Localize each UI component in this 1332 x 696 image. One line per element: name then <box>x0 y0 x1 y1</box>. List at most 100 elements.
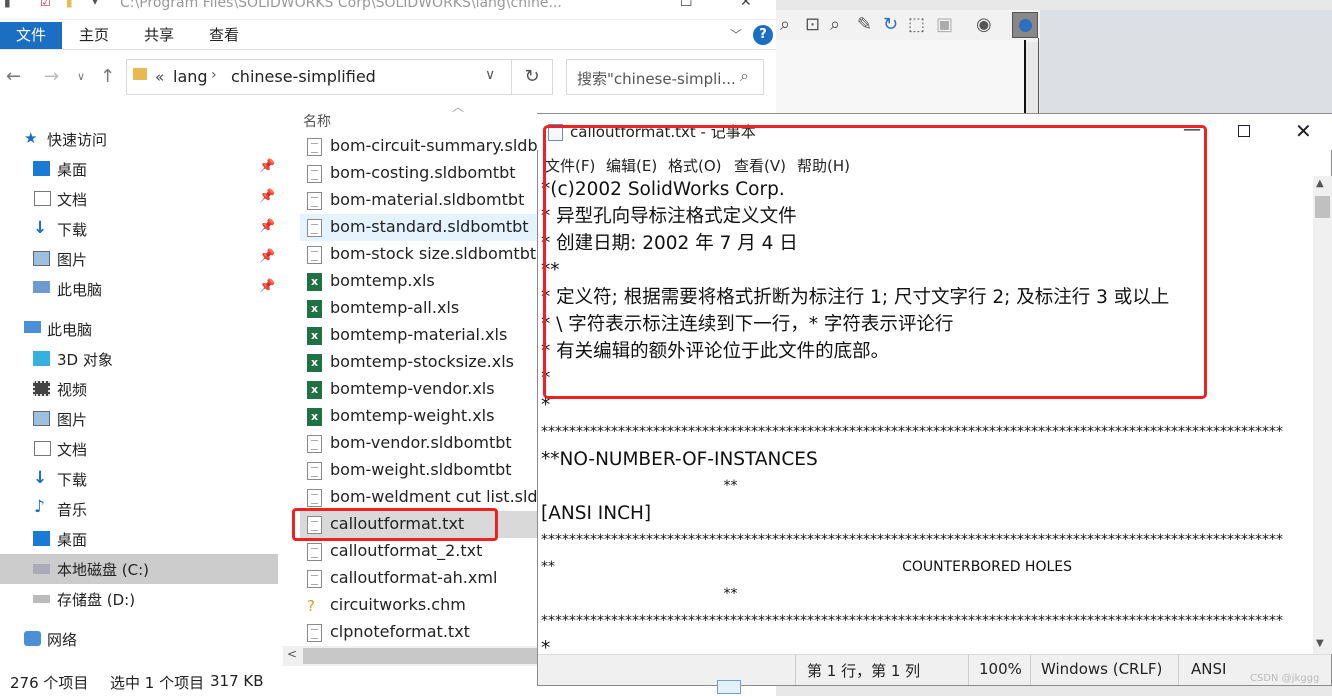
sidebar-item-desktop-pc[interactable]: 桌面 <box>0 524 278 554</box>
sidebar-item-this-pc-pinned[interactable]: 此电脑 📌 <box>0 274 278 304</box>
pin-icon: 📌 <box>259 159 276 174</box>
file-row[interactable]: bom-weight.sldbomtbt <box>300 457 540 484</box>
scrollbar-thumb[interactable] <box>1315 196 1330 218</box>
file-row[interactable]: bom-costing.sldbomtbt <box>300 160 540 187</box>
sidebar-item-videos[interactable]: 视频 <box>0 374 278 404</box>
details-view-icon[interactable] <box>717 680 741 694</box>
sidebar-item-label: 下载 <box>57 221 88 239</box>
file-row[interactable]: x bomtemp-vendor.xls <box>300 376 540 403</box>
rotate-view-icon[interactable]: ↻ <box>883 14 898 35</box>
maximize-icon[interactable] <box>1238 125 1250 137</box>
up-arrow-icon[interactable]: ↑ <box>100 66 115 87</box>
breadcrumb-overflow[interactable]: « <box>155 68 164 86</box>
sidebar-item-downloads-pc[interactable]: ↓ 下载 <box>0 464 278 494</box>
file-name: bom-vendor.sldbomtbt <box>330 433 512 452</box>
file-row[interactable]: x bomtemp-material.xls <box>300 322 540 349</box>
tab-view[interactable]: 查看 <box>209 22 239 49</box>
recent-locations-chevron-icon[interactable]: ∨ <box>77 70 85 83</box>
breadcrumb-chevron-icon[interactable]: › <box>211 67 217 83</box>
sidebar-item-3d-objects[interactable]: 3D 对象 <box>0 344 278 374</box>
close-icon[interactable]: ✕ <box>1295 119 1312 143</box>
text-file-icon <box>307 543 322 561</box>
breadcrumb-lang[interactable]: lang <box>173 67 208 86</box>
sidebar-item-label: 下载 <box>57 471 88 489</box>
file-row[interactable]: clpnoteformat.txt <box>300 619 540 646</box>
appearance-icon[interactable] <box>1012 12 1038 38</box>
file-row[interactable]: bom-material.sldbomtbt <box>300 187 540 214</box>
previous-view-icon[interactable]: ✎ <box>857 14 872 35</box>
section-view-icon[interactable]: ⬚ <box>908 14 925 35</box>
breadcrumb-chinese-simplified[interactable]: chinese-simplified <box>231 67 376 86</box>
file-row[interactable]: calloutformat-ah.xml <box>300 565 540 592</box>
search-icon[interactable]: ⌕ <box>740 66 749 86</box>
sidebar-item-network[interactable]: 网络 <box>0 624 278 654</box>
tab-file[interactable]: 文件 <box>0 22 62 49</box>
ribbon <box>0 20 776 50</box>
help-icon[interactable]: ? <box>753 25 773 45</box>
sidebar-item-this-pc[interactable]: 此电脑 <box>0 314 278 344</box>
file-row[interactable]: x bomtemp.xls <box>300 268 540 295</box>
file-icon <box>307 435 322 453</box>
sidebar-item-storage-d[interactable]: 存储盘 (D:) <box>0 584 278 614</box>
file-row[interactable]: x bomtemp-weight.xls <box>300 403 540 430</box>
this-pc-icon <box>33 281 50 293</box>
properties-icon[interactable]: ☑ <box>40 0 51 9</box>
close-icon[interactable]: ✕ <box>740 0 752 10</box>
solidworks-graphics-area <box>1040 10 1332 120</box>
file-row[interactable]: bom-standard.sldbomtbt <box>300 214 540 241</box>
sidebar-item-documents[interactable]: 文档 📌 <box>0 184 278 214</box>
sidebar-item-label: 本地磁盘 (C:) <box>57 561 149 579</box>
sidebar-item-documents-pc[interactable]: 文档 <box>0 434 278 464</box>
music-icon: ♪ <box>34 497 45 517</box>
file-row[interactable]: ? circuitworks.chm <box>300 592 540 619</box>
display-style-icon[interactable]: ▣ <box>936 14 953 35</box>
pin-icon: 📌 <box>259 249 276 264</box>
back-arrow-icon[interactable]: ← <box>6 66 21 87</box>
file-row[interactable]: x bomtemp-all.xls <box>300 295 540 322</box>
scroll-left-icon[interactable]: < <box>287 647 297 661</box>
scroll-down-icon[interactable]: ▼ <box>1316 638 1324 649</box>
sidebar-item-desktop[interactable]: 桌面 📌 <box>0 154 278 184</box>
tab-share[interactable]: 共享 <box>144 22 174 49</box>
column-header-name[interactable]: 名称 <box>303 111 331 131</box>
sidebar-item-downloads[interactable]: ↓ 下载 📌 <box>0 214 278 244</box>
forward-arrow-icon[interactable]: → <box>44 66 59 87</box>
new-folder-icon[interactable]: ▮ <box>66 0 73 9</box>
expand-ribbon-chevron-icon[interactable]: ﹀ <box>730 26 742 43</box>
file-row[interactable]: bom-stock size.sldbomtbt <box>300 241 540 268</box>
file-row[interactable]: calloutformat_2.txt <box>300 538 540 565</box>
sidebar-item-quick-access[interactable]: ★ 快速访问 <box>0 124 278 154</box>
file-icon <box>307 165 322 183</box>
maximize-icon[interactable]: ☐ <box>680 0 693 10</box>
vertical-scrollbar[interactable] <box>1313 176 1332 654</box>
file-name: bom-standard.sldbomtbt <box>330 217 529 236</box>
file-icon <box>307 462 322 480</box>
sidebar-item-pictures[interactable]: 图片 📌 <box>0 244 278 274</box>
zoom-icon[interactable]: ⌕ <box>780 14 790 35</box>
file-row[interactable]: bom-weldment cut list.sldbomtbt <box>300 484 540 511</box>
file-row[interactable]: x bomtemp-stocksize.xls <box>300 349 540 376</box>
zoom-area-icon[interactable]: ⌕ <box>830 14 840 35</box>
text-line: * <box>541 638 551 654</box>
search-input[interactable]: 搜索"chinese-simpli... <box>566 59 764 95</box>
quick-access-folder-icon[interactable]: ▮ <box>4 0 11 9</box>
text-line: ****************************************… <box>541 424 1283 440</box>
sidebar-item-local-disk-c[interactable]: 本地磁盘 (C:) <box>0 554 278 584</box>
refresh-button[interactable]: ↻ <box>512 59 553 95</box>
address-dropdown-chevron-icon[interactable]: ∨ <box>485 67 495 83</box>
customize-toolbar-icon[interactable]: ▾ <box>92 0 98 8</box>
scrollbar-thumb[interactable] <box>303 648 540 664</box>
excel-file-icon: x <box>307 381 322 399</box>
scroll-up-icon[interactable]: ▲ <box>1316 178 1324 189</box>
download-icon: ↓ <box>33 218 48 238</box>
sidebar-item-pictures-pc[interactable]: 图片 <box>0 404 278 434</box>
zoom-to-fit-icon[interactable]: ⊡ <box>805 14 820 35</box>
hide-show-icon[interactable]: ◉ <box>976 14 992 35</box>
sidebar-item-music[interactable]: ♪ 音乐 <box>0 494 278 524</box>
explorer-window-title: C:\Program Files\SOLIDWORKS Corp\SOLIDWO… <box>120 0 562 11</box>
file-row[interactable]: bom-circuit-summary.sldbomtbt <box>300 133 540 160</box>
file-row[interactable]: bom-vendor.sldbomtbt <box>300 430 540 457</box>
tab-home[interactable]: 主页 <box>79 22 109 49</box>
3d-objects-icon <box>33 351 50 366</box>
selection-size: 317 KB <box>210 672 264 690</box>
